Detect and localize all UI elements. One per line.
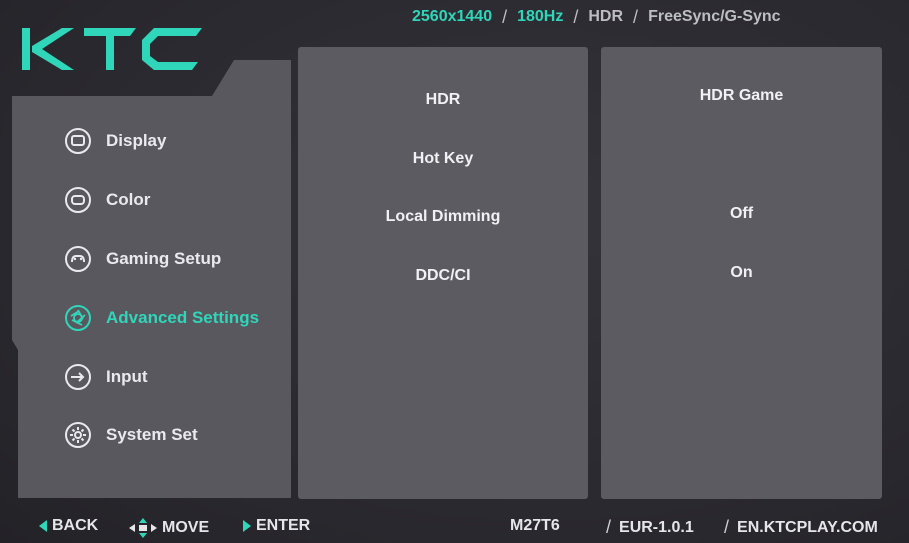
website: / EN.KTCPLAY.COM xyxy=(724,517,878,538)
menu-item-label: Input xyxy=(106,367,148,386)
model-name: M27T6 xyxy=(510,517,560,535)
menu-item-color[interactable]: Color xyxy=(64,183,150,217)
menu-item-system-set[interactable]: System Set xyxy=(64,418,198,452)
menu-item-label: System Set xyxy=(106,425,198,444)
color-icon xyxy=(64,186,92,214)
arrow-left-icon xyxy=(38,519,48,533)
aperture-icon xyxy=(64,304,92,332)
status-resolution: 2560x1440 xyxy=(412,8,493,25)
status-separator: / xyxy=(502,6,508,27)
footer-separator: / xyxy=(606,517,612,537)
menu-item-label: Color xyxy=(106,190,151,209)
enter-hint[interactable]: ENTER xyxy=(242,517,310,535)
option-hdr[interactable]: HDR xyxy=(298,91,588,109)
firmware-version: / EUR-1.0.1 xyxy=(606,517,694,538)
status-refresh-rate: 180Hz xyxy=(517,8,564,25)
value-hdr: HDR Game xyxy=(699,87,784,104)
value-ddc-ci: On xyxy=(730,264,753,281)
model-label: M27T6 xyxy=(510,517,560,534)
footer-separator: / xyxy=(724,517,730,537)
main-menu-panel: Display Color Gaming Setup Advanced Sett… xyxy=(12,50,291,498)
dpad-icon xyxy=(128,517,158,539)
gamepad-icon xyxy=(64,245,92,273)
menu-item-advanced-settings[interactable]: Advanced Settings xyxy=(64,301,259,335)
status-hdr: HDR xyxy=(588,8,624,25)
options-panel: HDR Hot Key Local Dimming DDC/CI xyxy=(298,47,588,499)
menu-item-input[interactable]: Input xyxy=(64,360,148,394)
menu-item-gaming-setup[interactable]: Gaming Setup xyxy=(64,242,221,276)
values-panel: HDR Game Off On xyxy=(601,47,882,499)
firmware-label: EUR-1.0.1 xyxy=(619,518,694,536)
gear-icon xyxy=(64,421,92,449)
monitor-icon xyxy=(64,127,92,155)
back-hint[interactable]: BACK xyxy=(38,517,98,535)
enter-label: ENTER xyxy=(256,517,311,534)
footer-bar: BACK MOVE ENTER M27T6 / EUR-1.0.1 / EN.K… xyxy=(0,510,909,543)
option-ddc-ci[interactable]: DDC/CI xyxy=(298,267,588,285)
move-hint[interactable]: MOVE xyxy=(128,517,209,539)
option-local-dimming[interactable]: Local Dimming xyxy=(298,208,588,226)
menu-item-label: Gaming Setup xyxy=(106,249,222,268)
value-local-dimming: Off xyxy=(729,205,754,222)
back-label: BACK xyxy=(52,517,99,534)
menu-item-label: Display xyxy=(106,131,167,150)
input-icon xyxy=(64,363,92,391)
status-separator: / xyxy=(633,6,639,27)
menu-item-label: Advanced Settings xyxy=(106,308,260,327)
option-hot-key[interactable]: Hot Key xyxy=(298,150,588,168)
arrow-right-icon xyxy=(242,519,252,533)
status-separator: / xyxy=(573,6,579,27)
website-label: EN.KTCPLAY.COM xyxy=(737,518,878,536)
osd-screen: 2560x1440 / 180Hz / HDR / FreeSync/G-Syn… xyxy=(0,0,909,543)
status-sync: FreeSync/G-Sync xyxy=(648,8,781,25)
move-label: MOVE xyxy=(162,519,210,536)
status-bar: 2560x1440 / 180Hz / HDR / FreeSync/G-Syn… xyxy=(412,6,781,28)
menu-item-display[interactable]: Display xyxy=(64,124,166,158)
